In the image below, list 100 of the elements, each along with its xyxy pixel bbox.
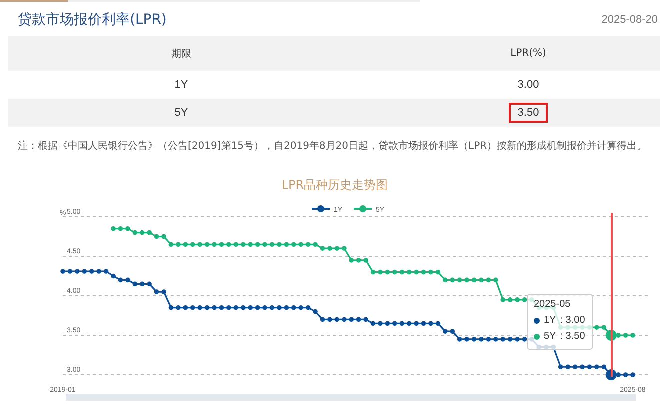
data-point bbox=[219, 242, 224, 248]
data-point bbox=[212, 305, 217, 310]
data-point bbox=[168, 242, 174, 248]
data-point bbox=[356, 258, 362, 263]
data-point bbox=[255, 305, 260, 310]
data-point bbox=[248, 305, 253, 310]
rate-cell: 3.50 bbox=[508, 103, 548, 123]
data-point bbox=[262, 242, 268, 248]
data-point bbox=[248, 242, 253, 248]
data-point bbox=[457, 278, 462, 283]
data-point bbox=[204, 242, 210, 248]
data-point bbox=[494, 278, 498, 283]
data-point bbox=[443, 329, 448, 334]
data-point bbox=[515, 298, 520, 302]
data-point bbox=[342, 246, 347, 251]
data-point bbox=[255, 242, 260, 248]
data-point bbox=[140, 282, 145, 287]
data-point bbox=[587, 364, 592, 370]
data-point bbox=[385, 321, 390, 326]
section-title: 贷款市场报价利率(LPR) bbox=[18, 11, 167, 29]
data-point bbox=[392, 321, 398, 326]
data-point bbox=[75, 269, 80, 274]
data-point bbox=[421, 321, 426, 326]
data-point bbox=[328, 317, 332, 322]
data-point bbox=[234, 242, 239, 248]
note-text: 注：根据《中国人民银行公告》（公告[2019]第15号），自2019年8月20日起，贷款市场报价利率（LPR）按新的形成机制报价并计算得出。 bbox=[17, 140, 648, 153]
data-point bbox=[421, 270, 426, 275]
data-point bbox=[623, 333, 628, 338]
tab-indicator bbox=[0, 0, 68, 2]
data-point bbox=[126, 278, 130, 283]
data-point bbox=[291, 242, 296, 248]
data-point bbox=[234, 305, 239, 310]
data-point bbox=[284, 305, 290, 310]
data-point bbox=[472, 278, 477, 283]
data-point bbox=[364, 317, 368, 322]
data-point bbox=[226, 242, 232, 248]
data-point bbox=[328, 246, 332, 251]
data-point bbox=[508, 298, 513, 302]
data-point bbox=[154, 234, 160, 240]
data-point bbox=[558, 364, 564, 370]
data-point bbox=[623, 372, 628, 378]
data-point bbox=[132, 282, 138, 287]
data-point bbox=[342, 317, 347, 322]
data-point bbox=[320, 246, 326, 251]
data-point bbox=[240, 305, 246, 310]
data-point bbox=[183, 305, 188, 310]
column-header: LPR(%) bbox=[355, 36, 660, 71]
series-name: 5Y bbox=[544, 330, 556, 344]
data-point bbox=[68, 269, 73, 274]
data-point bbox=[118, 226, 124, 232]
data-point bbox=[400, 270, 405, 275]
data-point bbox=[306, 242, 311, 248]
data-point bbox=[291, 305, 296, 310]
data-point bbox=[162, 290, 166, 294]
series-value: : 3.00 bbox=[560, 314, 586, 328]
data-point bbox=[284, 242, 290, 248]
data-point bbox=[204, 305, 210, 310]
data-point bbox=[630, 333, 636, 338]
data-point bbox=[140, 230, 145, 236]
data-point bbox=[313, 309, 318, 314]
data-point bbox=[118, 278, 124, 283]
data-point bbox=[313, 242, 318, 248]
data-point bbox=[111, 226, 116, 232]
data-point bbox=[378, 321, 383, 326]
data-point bbox=[262, 305, 268, 310]
data-point bbox=[60, 269, 66, 274]
zoom-slider[interactable] bbox=[66, 394, 636, 401]
data-point bbox=[486, 337, 492, 342]
data-point bbox=[500, 337, 506, 342]
update-date: 2025-08-20 bbox=[602, 14, 658, 26]
data-point bbox=[515, 337, 520, 342]
data-point bbox=[334, 317, 340, 322]
data-point bbox=[472, 337, 477, 342]
data-point bbox=[406, 321, 412, 326]
data-point bbox=[270, 242, 275, 248]
data-point bbox=[320, 317, 326, 322]
data-point bbox=[572, 364, 578, 370]
data-point bbox=[428, 321, 434, 326]
data-point bbox=[428, 270, 434, 275]
data-point bbox=[522, 298, 528, 302]
data-point bbox=[450, 278, 456, 283]
chart-title: LPR品种历史走势图 bbox=[280, 177, 390, 194]
data-point bbox=[277, 242, 282, 248]
data-point bbox=[190, 242, 196, 248]
data-point bbox=[370, 321, 376, 326]
term-cell: 1Y bbox=[174, 79, 188, 91]
data-point bbox=[147, 230, 152, 236]
data-point bbox=[378, 270, 383, 275]
rate-cell-text: 3.00 bbox=[516, 78, 540, 93]
data-point bbox=[414, 321, 419, 326]
data-point bbox=[630, 372, 636, 378]
data-point bbox=[212, 242, 217, 248]
data-point bbox=[306, 305, 311, 310]
data-point bbox=[349, 317, 354, 322]
data-point bbox=[270, 305, 275, 310]
data-point bbox=[198, 305, 202, 310]
data-point bbox=[168, 305, 174, 310]
data-point bbox=[500, 298, 506, 302]
data-point bbox=[132, 230, 138, 236]
data-point bbox=[443, 278, 448, 283]
